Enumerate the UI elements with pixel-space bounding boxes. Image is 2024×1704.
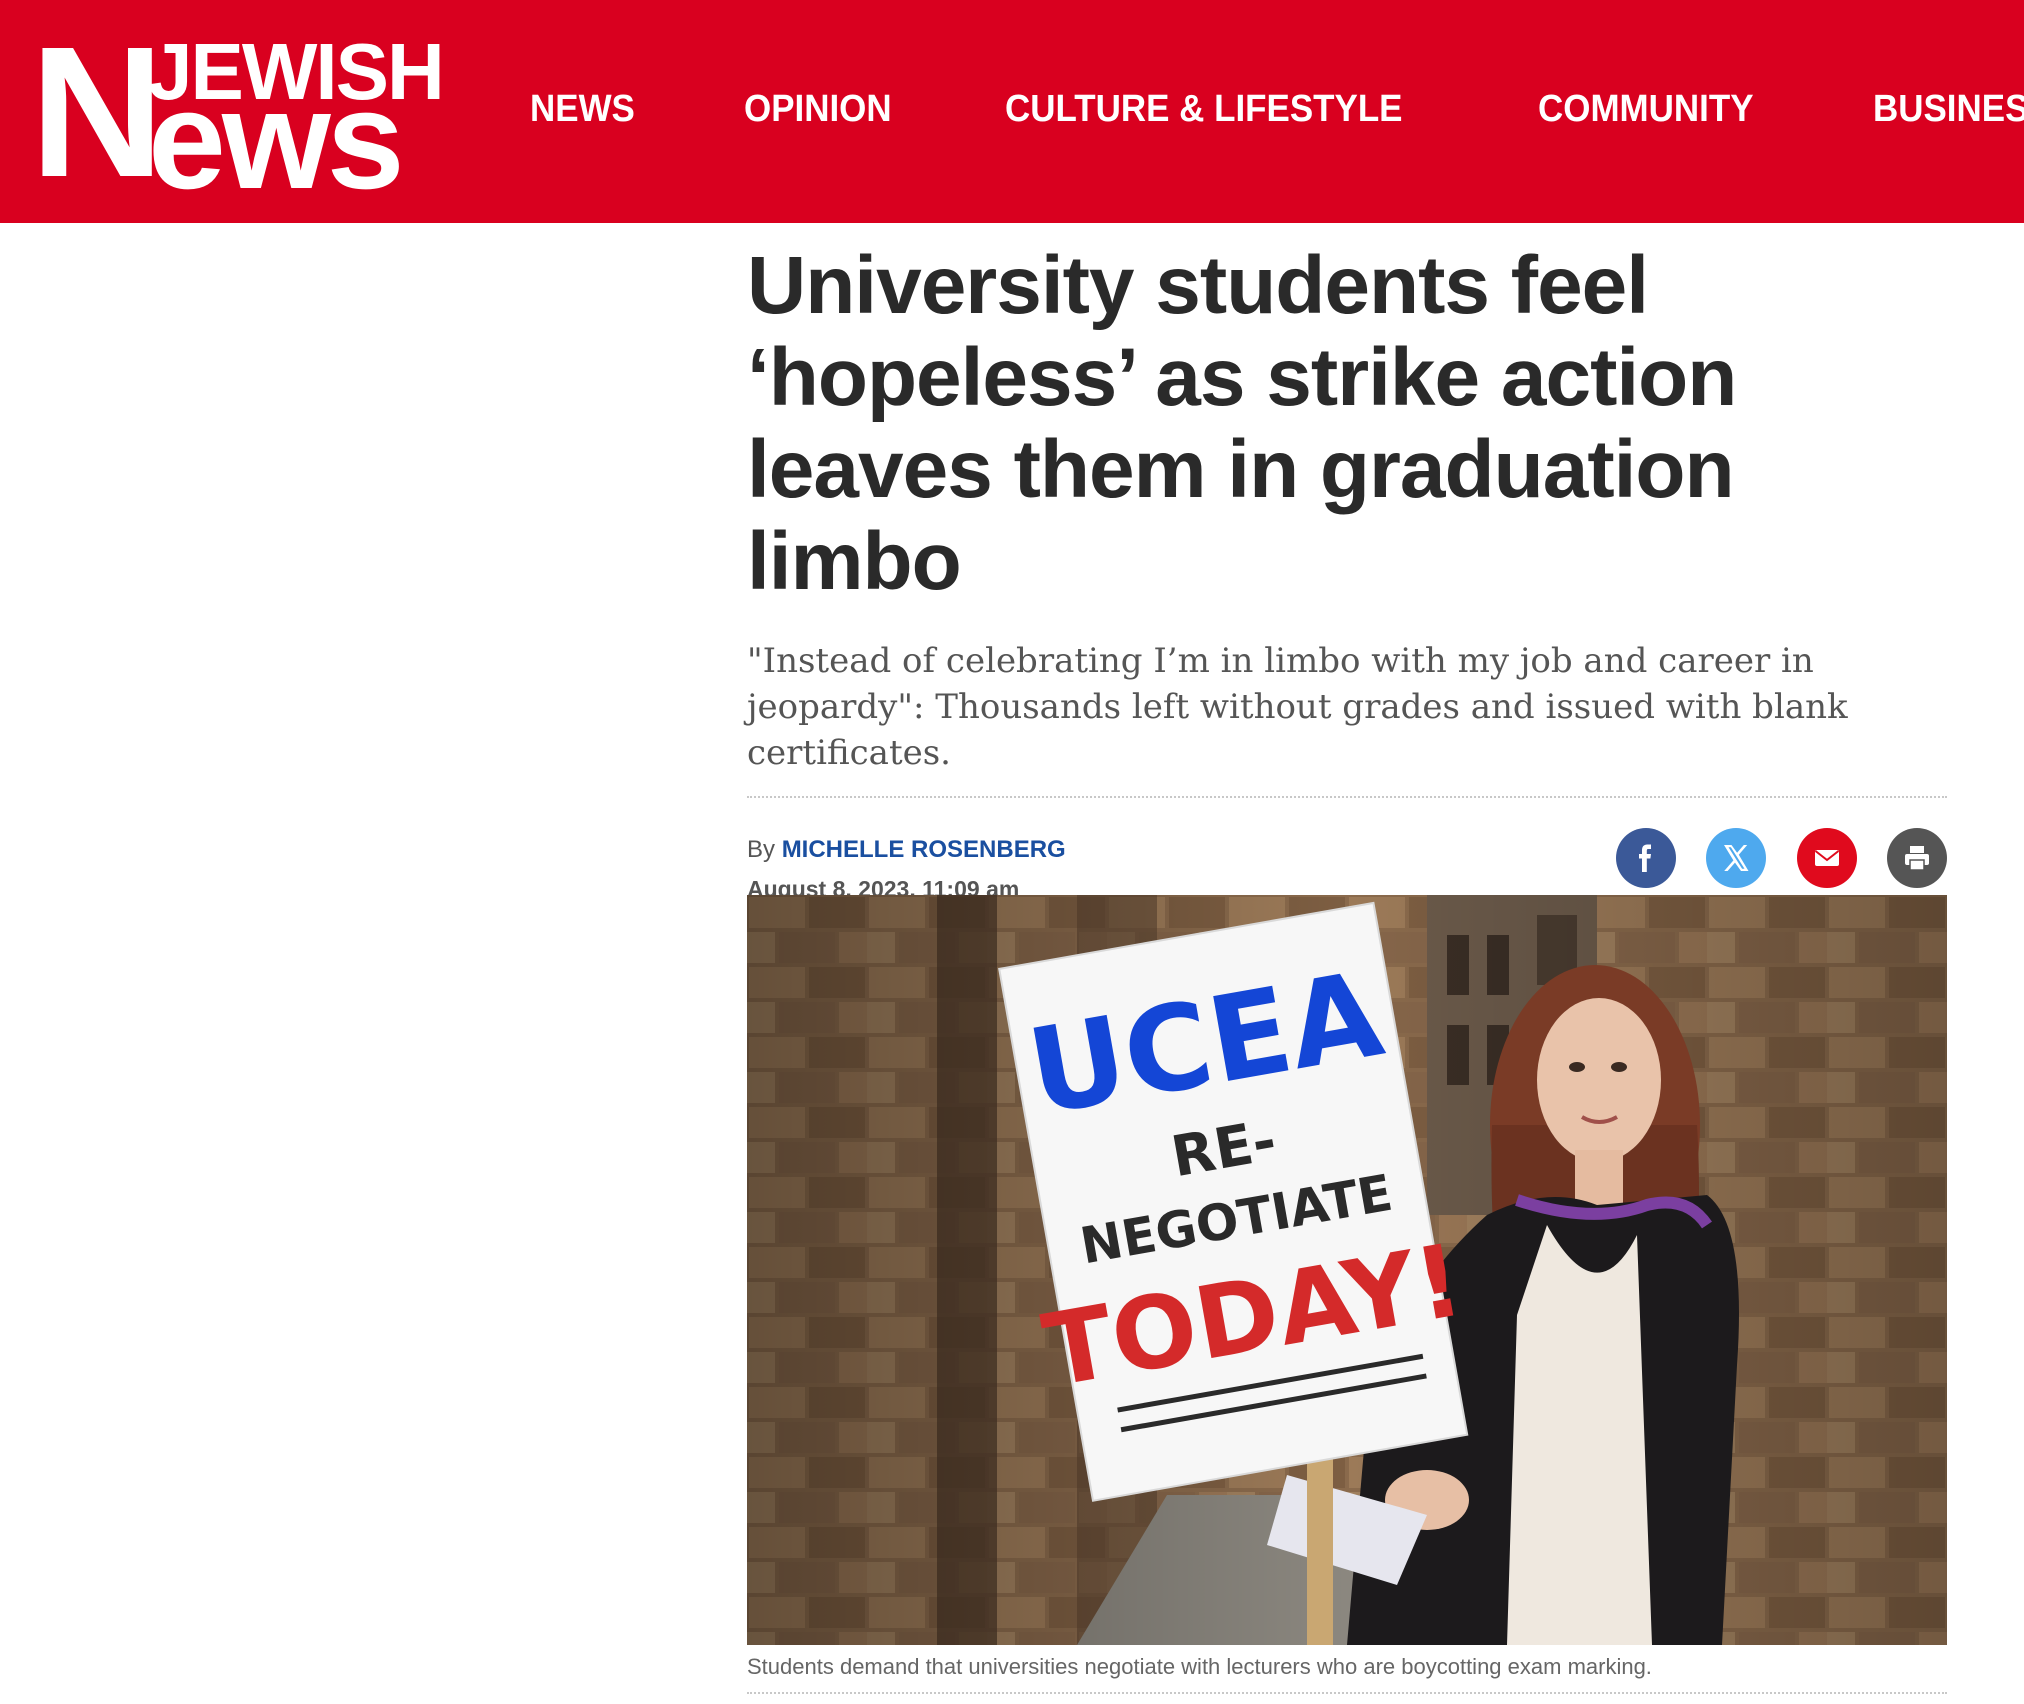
logo-bottom-word: ews: [148, 61, 405, 218]
divider: [747, 796, 1947, 798]
nav-item-culture-lifestyle[interactable]: CULTURE & LIFESTYLE: [1005, 84, 1403, 134]
print-share-button[interactable]: [1887, 828, 1947, 888]
article-subheadline: "Instead of celebrating I’m in limbo wit…: [747, 641, 1848, 773]
photo-student-with-placard: UCEA RE- NEGOTIATE TODAY!: [747, 895, 1947, 1645]
nav-item-community[interactable]: COMMUNITY: [1538, 84, 1754, 134]
logo-letter: N: [30, 9, 164, 216]
site-header: N JEWISH ews NEWS OPINION CULTURE & LIFE…: [0, 0, 2024, 223]
facebook-icon: [1638, 844, 1651, 872]
article-image: UCEA RE- NEGOTIATE TODAY!: [747, 895, 1947, 1645]
email-share-button[interactable]: [1796, 828, 1857, 888]
x-icon: [1724, 845, 1749, 871]
article-headline: University students feel ‘hopeless’ as s…: [747, 240, 1737, 607]
article: University students feel ‘hopeless’ as s…: [747, 240, 1947, 948]
nav-item-opinion[interactable]: OPINION: [744, 84, 892, 134]
image-caption: Students demand that universities negoti…: [747, 1654, 1652, 1679]
print-icon: [1905, 846, 1929, 871]
byline: By MICHELLE ROSENBERG: [747, 836, 1066, 864]
nav-item-business-tech[interactable]: BUSINESS & TECH: [1873, 84, 2024, 134]
nav-item-news[interactable]: NEWS: [530, 84, 635, 134]
site-logo[interactable]: N JEWISH ews: [30, 20, 445, 210]
main-nav: NEWS OPINION CULTURE & LIFESTYLE COMMUNI…: [530, 84, 2024, 134]
author-link[interactable]: MICHELLE ROSENBERG: [782, 836, 1066, 863]
email-icon: [1814, 850, 1839, 866]
x-share-button[interactable]: [1706, 828, 1767, 888]
divider: [747, 1692, 1947, 1694]
byline-prefix: By: [747, 836, 776, 863]
facebook-share-button[interactable]: [1615, 828, 1676, 888]
share-buttons: [1590, 828, 1947, 888]
